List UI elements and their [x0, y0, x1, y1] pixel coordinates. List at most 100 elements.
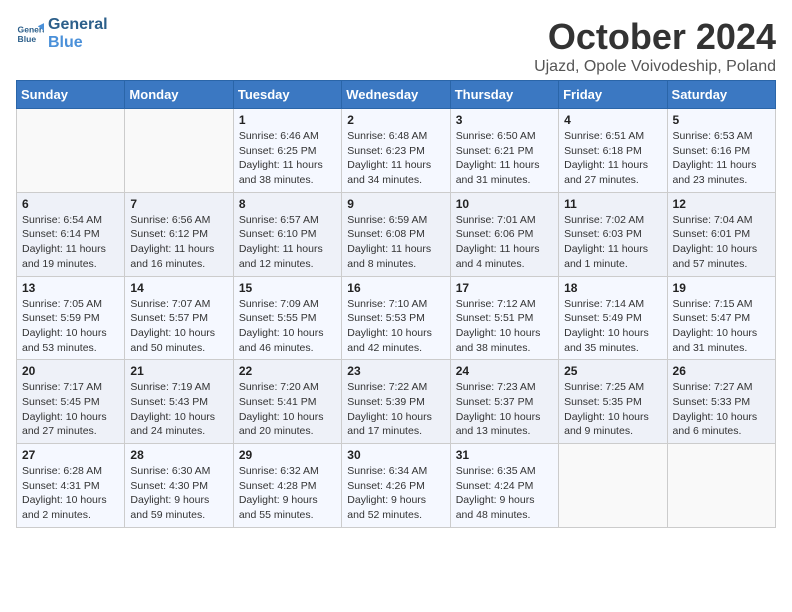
week-row-1: 1 Sunrise: 6:46 AM Sunset: 6:25 PM Daylig…	[17, 109, 776, 193]
day-number: 10	[456, 197, 553, 211]
day-number: 28	[130, 448, 227, 462]
day-cell	[125, 109, 233, 193]
day-info: Sunrise: 6:59 AM Sunset: 6:08 PM Dayligh…	[347, 213, 444, 272]
day-cell: 24Sunrise: 7:23 AM Sunset: 5:37 PM Dayli…	[450, 360, 558, 444]
header-saturday: Saturday	[667, 81, 775, 109]
day-cell: 22 Sunrise: 7:20 AM Sunset: 5:41 PM Dayli…	[233, 360, 341, 444]
day-info: Sunrise: 7:12 AM Sunset: 5:51 PM Dayligh…	[456, 297, 553, 356]
day-info: Sunrise: 7:04 AM Sunset: 6:01 PM Dayligh…	[673, 213, 770, 272]
day-info: Sunrise: 7:09 AM Sunset: 5:55 PM Dayligh…	[239, 297, 336, 356]
day-info: Sunrise: 7:25 AM Sunset: 5:35 PM Dayligh…	[564, 380, 661, 439]
day-info: Sunrise: 6:50 AM Sunset: 6:21 PM Dayligh…	[456, 129, 553, 188]
day-info: Sunrise: 6:46 AM Sunset: 6:25 PM Dayligh…	[239, 129, 336, 188]
day-number: 6	[22, 197, 119, 211]
day-number: 1	[239, 113, 336, 127]
day-number: 31	[456, 448, 553, 462]
day-cell: 14Sunrise: 7:07 AM Sunset: 5:57 PM Dayli…	[125, 276, 233, 360]
day-cell: 1 Sunrise: 6:46 AM Sunset: 6:25 PM Daylig…	[233, 109, 341, 193]
day-number: 15	[239, 281, 336, 295]
day-number: 3	[456, 113, 553, 127]
day-number: 12	[673, 197, 770, 211]
day-number: 5	[673, 113, 770, 127]
header-tuesday: Tuesday	[233, 81, 341, 109]
day-cell: 28 Sunrise: 6:30 AM Sunset: 4:30 PM Dayli…	[125, 444, 233, 528]
day-info: Sunrise: 7:17 AM Sunset: 5:45 PM Dayligh…	[22, 380, 119, 439]
week-row-4: 20 Sunrise: 7:17 AM Sunset: 5:45 PM Dayli…	[17, 360, 776, 444]
day-cell: 30Sunrise: 6:34 AM Sunset: 4:26 PM Dayli…	[342, 444, 450, 528]
day-number: 11	[564, 197, 661, 211]
day-cell: 27 Sunrise: 6:28 AM Sunset: 4:31 PM Dayli…	[17, 444, 125, 528]
day-cell: 17 Sunrise: 7:12 AM Sunset: 5:51 PM Dayli…	[450, 276, 558, 360]
day-cell: 10 Sunrise: 7:01 AM Sunset: 6:06 PM Dayli…	[450, 192, 558, 276]
day-number: 25	[564, 364, 661, 378]
day-info: Sunrise: 7:22 AM Sunset: 5:39 PM Dayligh…	[347, 380, 444, 439]
day-cell: 9 Sunrise: 6:59 AM Sunset: 6:08 PM Daylig…	[342, 192, 450, 276]
day-info: Sunrise: 7:27 AM Sunset: 5:33 PM Dayligh…	[673, 380, 770, 439]
day-number: 17	[456, 281, 553, 295]
day-number: 22	[239, 364, 336, 378]
day-number: 18	[564, 281, 661, 295]
day-cell	[667, 444, 775, 528]
month-year-title: October 2024	[534, 16, 776, 58]
day-number: 20	[22, 364, 119, 378]
location-title: Ujazd, Opole Voivodeship, Poland	[534, 58, 776, 76]
day-cell: 11 Sunrise: 7:02 AM Sunset: 6:03 PM Dayli…	[559, 192, 667, 276]
day-cell: 4Sunrise: 6:51 AM Sunset: 6:18 PM Daylig…	[559, 109, 667, 193]
day-number: 14	[130, 281, 227, 295]
day-info: Sunrise: 6:34 AM Sunset: 4:26 PM Dayligh…	[347, 464, 444, 523]
day-info: Sunrise: 6:53 AM Sunset: 6:16 PM Dayligh…	[673, 129, 770, 188]
day-cell: 15 Sunrise: 7:09 AM Sunset: 5:55 PM Dayli…	[233, 276, 341, 360]
day-cell	[559, 444, 667, 528]
day-number: 7	[130, 197, 227, 211]
day-info: Sunrise: 6:54 AM Sunset: 6:14 PM Dayligh…	[22, 213, 119, 272]
day-cell: 23 Sunrise: 7:22 AM Sunset: 5:39 PM Dayli…	[342, 360, 450, 444]
day-info: Sunrise: 7:05 AM Sunset: 5:59 PM Dayligh…	[22, 297, 119, 356]
day-cell: 16Sunrise: 7:10 AM Sunset: 5:53 PM Dayli…	[342, 276, 450, 360]
day-cell: 13 Sunrise: 7:05 AM Sunset: 5:59 PM Dayli…	[17, 276, 125, 360]
day-info: Sunrise: 7:01 AM Sunset: 6:06 PM Dayligh…	[456, 213, 553, 272]
header-sunday: Sunday	[17, 81, 125, 109]
header-thursday: Thursday	[450, 81, 558, 109]
day-number: 23	[347, 364, 444, 378]
day-number: 4	[564, 113, 661, 127]
logo-icon: General Blue	[16, 20, 44, 48]
week-row-3: 13 Sunrise: 7:05 AM Sunset: 5:59 PM Dayli…	[17, 276, 776, 360]
day-info: Sunrise: 7:20 AM Sunset: 5:41 PM Dayligh…	[239, 380, 336, 439]
day-number: 21	[130, 364, 227, 378]
day-info: Sunrise: 7:19 AM Sunset: 5:43 PM Dayligh…	[130, 380, 227, 439]
day-cell: 2Sunrise: 6:48 AM Sunset: 6:23 PM Daylig…	[342, 109, 450, 193]
day-number: 27	[22, 448, 119, 462]
day-cell: 6 Sunrise: 6:54 AM Sunset: 6:14 PM Daylig…	[17, 192, 125, 276]
day-info: Sunrise: 7:02 AM Sunset: 6:03 PM Dayligh…	[564, 213, 661, 272]
day-info: Sunrise: 7:14 AM Sunset: 5:49 PM Dayligh…	[564, 297, 661, 356]
day-info: Sunrise: 6:56 AM Sunset: 6:12 PM Dayligh…	[130, 213, 227, 272]
day-info: Sunrise: 6:30 AM Sunset: 4:30 PM Dayligh…	[130, 464, 227, 523]
day-cell: 26 Sunrise: 7:27 AM Sunset: 5:33 PM Dayli…	[667, 360, 775, 444]
day-info: Sunrise: 6:28 AM Sunset: 4:31 PM Dayligh…	[22, 464, 119, 523]
day-cell: 12 Sunrise: 7:04 AM Sunset: 6:01 PM Dayli…	[667, 192, 775, 276]
day-number: 29	[239, 448, 336, 462]
day-number: 9	[347, 197, 444, 211]
day-info: Sunrise: 6:32 AM Sunset: 4:28 PM Dayligh…	[239, 464, 336, 523]
day-number: 19	[673, 281, 770, 295]
svg-text:Blue: Blue	[18, 33, 37, 43]
day-cell: 8 Sunrise: 6:57 AM Sunset: 6:10 PM Daylig…	[233, 192, 341, 276]
day-cell: 7 Sunrise: 6:56 AM Sunset: 6:12 PM Daylig…	[125, 192, 233, 276]
week-row-5: 27 Sunrise: 6:28 AM Sunset: 4:31 PM Dayli…	[17, 444, 776, 528]
day-info: Sunrise: 7:10 AM Sunset: 5:53 PM Dayligh…	[347, 297, 444, 356]
day-info: Sunrise: 6:35 AM Sunset: 4:24 PM Dayligh…	[456, 464, 553, 523]
day-cell	[17, 109, 125, 193]
day-cell: 19Sunrise: 7:15 AM Sunset: 5:47 PM Dayli…	[667, 276, 775, 360]
logo-general: General	[48, 16, 108, 34]
logo: General Blue General Blue	[16, 16, 108, 51]
day-number: 8	[239, 197, 336, 211]
day-cell: 25 Sunrise: 7:25 AM Sunset: 5:35 PM Dayli…	[559, 360, 667, 444]
day-info: Sunrise: 6:57 AM Sunset: 6:10 PM Dayligh…	[239, 213, 336, 272]
day-cell: 3 Sunrise: 6:50 AM Sunset: 6:21 PM Daylig…	[450, 109, 558, 193]
header-friday: Friday	[559, 81, 667, 109]
calendar-header: SundayMondayTuesdayWednesdayThursdayFrid…	[17, 81, 776, 109]
day-number: 26	[673, 364, 770, 378]
calendar-body: 1 Sunrise: 6:46 AM Sunset: 6:25 PM Daylig…	[17, 109, 776, 528]
day-info: Sunrise: 7:23 AM Sunset: 5:37 PM Dayligh…	[456, 380, 553, 439]
day-number: 13	[22, 281, 119, 295]
